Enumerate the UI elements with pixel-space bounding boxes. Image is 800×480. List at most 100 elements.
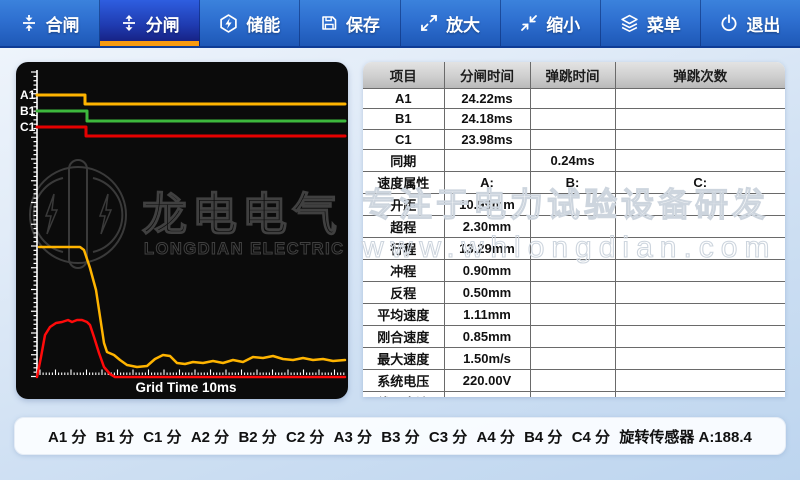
- table-cell: 刚合速度: [363, 325, 444, 347]
- open-switch-icon: [120, 14, 138, 32]
- tab-zoom-in[interactable]: 放大: [401, 0, 501, 46]
- tab-label: 缩小: [546, 11, 580, 36]
- chart-watermark-logo: [30, 160, 126, 268]
- table-row: 刚合速度0.85mm: [363, 325, 785, 347]
- table-row: B124.18ms: [363, 109, 785, 129]
- tab-energy-storage[interactable]: 储能: [200, 0, 300, 46]
- table-cell: 0.24ms: [530, 149, 615, 171]
- table-header-cell: 分闸时间: [444, 62, 530, 89]
- table-cell: [615, 129, 785, 149]
- channel-label-C1: C1: [20, 120, 36, 134]
- table-cell: C1: [363, 129, 444, 149]
- table-cell: B1: [363, 109, 444, 129]
- zoom-in-icon: [420, 14, 438, 32]
- table-row: 同期 0.24ms: [363, 149, 785, 171]
- phase-status-b3: B3 分: [381, 426, 419, 447]
- table-cell: [530, 281, 615, 303]
- table-body: A124.22msB124.18msC123.98ms同期0.24ms速度属性A…: [363, 89, 785, 398]
- tab-zoom-out[interactable]: 缩小: [501, 0, 601, 46]
- x-axis-ruler: [40, 370, 344, 376]
- table-cell: 开距: [363, 193, 444, 215]
- table-cell: [615, 109, 785, 129]
- tab-save[interactable]: 保存: [300, 0, 400, 46]
- table-cell: 1.11mm: [444, 303, 530, 325]
- table-cell: [615, 347, 785, 369]
- table-cell: 系统电压: [363, 369, 444, 391]
- rotary-sensor-reading: 旋转传感器 A:188.4: [619, 426, 752, 447]
- table-cell: 0.90mm: [444, 259, 530, 281]
- table-header-cell: 项目: [363, 62, 444, 89]
- table-cell: 10.99mm: [444, 193, 530, 215]
- table-cell: 1.50m/s: [444, 347, 530, 369]
- channel-labels: A1B1C1: [20, 88, 36, 134]
- tab-label: 合闸: [46, 11, 80, 36]
- tab-label: 储能: [246, 11, 280, 36]
- trace-B1-contact: [37, 111, 345, 121]
- table-cell: 1.36A: [444, 391, 530, 397]
- table-cell: 冲程: [363, 259, 444, 281]
- waveform-chart: 龙电电气 LONGDIAN ELECTRIC A1B1C1 Grid Time …: [16, 62, 348, 399]
- table-cell: [615, 237, 785, 259]
- toolbar: 合闸 分闸 储能 保存: [0, 0, 800, 48]
- table-cell: 超程: [363, 215, 444, 237]
- close-switch-icon: [20, 14, 38, 32]
- tab-open-switch[interactable]: 分闸: [100, 0, 200, 46]
- table-row: 行程13.29mm: [363, 237, 785, 259]
- phase-status-c4: C4 分: [572, 426, 610, 447]
- phase-status-c2: C2 分: [286, 426, 324, 447]
- table-cell: 0.50mm: [444, 281, 530, 303]
- table-cell: 23.98ms: [444, 129, 530, 149]
- table-header-cell: 弹跳次数: [615, 62, 785, 89]
- table-header-row: 项目分闸时间弹跳时间弹跳次数: [363, 62, 785, 89]
- table-cell: [615, 325, 785, 347]
- table-cell: [615, 215, 785, 237]
- table-cell: A:: [444, 171, 530, 193]
- table-cell: [444, 149, 530, 171]
- phase-status-b2: B2 分: [238, 426, 276, 447]
- table-row: 平均速度1.11mm: [363, 303, 785, 325]
- table-row: A124.22ms: [363, 89, 785, 109]
- channel-label-B1: B1: [20, 104, 36, 118]
- table-cell: [530, 259, 615, 281]
- phase-status-b4: B4 分: [524, 426, 562, 447]
- table-cell: 最大速度: [363, 347, 444, 369]
- table-cell: 同期: [363, 149, 444, 171]
- table-cell: 行程: [363, 237, 444, 259]
- table-cell: [530, 347, 615, 369]
- zoom-out-icon: [520, 14, 538, 32]
- table-cell: [530, 391, 615, 397]
- waveform-chart-panel: 龙电电气 LONGDIAN ELECTRIC A1B1C1 Grid Time …: [16, 62, 348, 399]
- table-cell: 220.00V: [444, 369, 530, 391]
- tab-label: 保存: [346, 11, 380, 36]
- table-cell: 平均速度: [363, 303, 444, 325]
- table-row: 最大速度1.50m/s: [363, 347, 785, 369]
- x-axis-label: Grid Time 10ms: [135, 380, 236, 395]
- tab-exit[interactable]: 退出: [701, 0, 800, 46]
- phase-status-a1: A1 分: [48, 426, 86, 447]
- table-cell: 2.30mm: [444, 215, 530, 237]
- status-bar: A1 分 B1 分 C1 分 A2 分 B2 分 C2 分 A3 分 B3 分 …: [14, 417, 786, 455]
- table-cell: [530, 109, 615, 129]
- tab-close-switch[interactable]: 合闸: [0, 0, 100, 46]
- tab-label: 菜单: [647, 11, 681, 36]
- tab-label: 退出: [746, 11, 780, 36]
- table-cell: C:: [615, 171, 785, 193]
- table-cell: [615, 149, 785, 171]
- table-row: 线圈电流1.36A: [363, 391, 785, 397]
- trace-coil-current: [37, 320, 345, 377]
- table-cell: 13.29mm: [444, 237, 530, 259]
- table-cell: 24.22ms: [444, 89, 530, 109]
- tab-label: 分闸: [146, 11, 180, 36]
- table-cell: [615, 259, 785, 281]
- table-cell: [530, 325, 615, 347]
- table-cell: 线圈电流: [363, 391, 444, 397]
- tab-menu[interactable]: 菜单: [601, 0, 701, 46]
- phase-status-c1: C1 分: [143, 426, 181, 447]
- phase-status-a4: A4 分: [476, 426, 514, 447]
- table-cell: [615, 193, 785, 215]
- table-cell: 反程: [363, 281, 444, 303]
- table-row: C123.98ms: [363, 129, 785, 149]
- table-cell: [530, 369, 615, 391]
- table-cell: [530, 237, 615, 259]
- phase-status-b1: B1 分: [96, 426, 134, 447]
